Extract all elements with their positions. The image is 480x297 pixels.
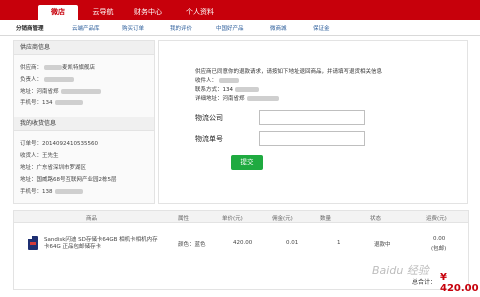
subnav-deposit[interactable]: 保证金: [313, 24, 330, 32]
buyer-phone-value: 138: [42, 189, 53, 195]
subnav-purchase-orders[interactable]: 购买订单: [122, 24, 144, 32]
return-address-value: 河南省郑: [222, 96, 245, 102]
supplier-contact-label: 负责人：: [20, 77, 43, 83]
supplier-header: 供应商信息: [14, 41, 154, 55]
column-header-shipping: 运费(元): [426, 216, 447, 222]
submit-button[interactable]: 提交: [231, 155, 263, 170]
return-contact-row: 联系方式：134: [195, 85, 260, 93]
sub-nav: 分销商管理 云端产品库 购买订单 我的评价 中国好产品 微商城 保证金: [0, 20, 480, 36]
order-table: 商品 属性 单价(元) 佣金(元) 数量 状态 运费(元) Sandisk闪迪 …: [13, 210, 469, 290]
supplier-address-row: 地址：河南省郑: [20, 87, 101, 95]
product-status: 退款中: [374, 242, 391, 248]
column-header-status: 状态: [370, 216, 382, 222]
redacted-block: [44, 65, 63, 70]
buyer-phone-label: 手机号：: [20, 189, 43, 195]
receiver-label: 收货人：: [20, 153, 43, 159]
tab-personal-info[interactable]: 个人资料: [170, 5, 230, 20]
supplier-address-value: 河南省郑: [36, 89, 59, 95]
buyer-address-label: 地址：: [20, 177, 37, 183]
order-number-label: 订单号：: [20, 141, 43, 147]
info-column: 供应商信息 供应商： 麦凯特旗舰店 负责人： 地址：河南省郑 手机号：134 我的…: [13, 40, 155, 204]
column-header-price: 单价(元): [222, 216, 243, 222]
supplier-company-value: 麦凯特旗舰店: [62, 65, 96, 71]
total-value: ¥ 420.00: [440, 272, 479, 294]
product-thumbnail[interactable]: [28, 236, 38, 250]
supplier-company-label: 供应商：: [20, 65, 43, 71]
redacted-block: [60, 89, 101, 94]
order-number-value: 2014092410535560: [42, 141, 99, 147]
column-header-quantity: 数量: [320, 216, 332, 222]
supplier-company-row: 供应商： 麦凯特旗舰店: [20, 63, 95, 71]
tab-finance-center[interactable]: 财务中心: [118, 5, 178, 20]
tab-weidian[interactable]: 微店: [38, 5, 78, 20]
column-header-product: 商品: [86, 216, 98, 222]
buyer-phone-row: 手机号：138: [20, 187, 83, 195]
region-row: 地址：广东省深圳市罗湖区: [20, 163, 86, 171]
redacted-block: [44, 77, 75, 82]
supplier-phone-value: 134: [42, 100, 53, 106]
column-header-commission: 佣金(元): [272, 216, 293, 222]
product-shipping: 0.00: [433, 236, 446, 242]
receiver-value: 王先生: [42, 153, 59, 159]
buyer-header: 我的收货信息: [14, 117, 154, 131]
product-price: 420.00: [233, 240, 253, 246]
product-title[interactable]: Sandisk闪迪 SD存储卡64GB 相机卡相机内存卡64G 正品包邮储存卡: [44, 237, 159, 251]
top-nav: 微店 云导航 财务中心 个人资料: [0, 0, 480, 20]
return-contact-label: 联系方式：: [195, 87, 223, 93]
table-header: 商品 属性 单价(元) 佣金(元) 数量 状态 运费(元): [14, 211, 468, 223]
total-label: 总合计：: [412, 279, 437, 286]
product-attribute: 颜色：蓝色: [178, 242, 206, 248]
subnav-china-good-products[interactable]: 中国好产品: [216, 24, 244, 32]
baidu-watermark: Baidu 经验: [372, 264, 429, 277]
receiver-row: 收货人：王先生: [20, 151, 59, 159]
supplier-phone-label: 手机号：: [20, 100, 43, 106]
order-number-row: 订单号：2014092410535560: [20, 139, 98, 147]
product-quantity: 1: [337, 240, 341, 246]
tracking-number-input[interactable]: [259, 131, 365, 146]
return-receiver-label: 收件人：: [195, 78, 218, 84]
return-panel: 供应商已同意你的退款请求，请按如下地址退回商品，并请填写退货相关信息 收件人： …: [158, 40, 468, 204]
return-contact-value: 134: [222, 87, 234, 93]
return-address-label: 详细地址：: [195, 96, 223, 102]
logistics-company-input[interactable]: [259, 110, 365, 125]
return-notice: 供应商已同意你的退款请求，请按如下地址退回商品，并请填写退货相关信息: [195, 69, 383, 75]
column-header-attribute: 属性: [178, 216, 190, 222]
supplier-contact-row: 负责人：: [20, 75, 75, 83]
redacted-block: [246, 96, 279, 101]
redacted-block: [54, 100, 83, 105]
redacted-block: [235, 87, 260, 92]
region-value: 广东省深圳市罗湖区: [36, 165, 87, 171]
subnav-cloud-product-library[interactable]: 云端产品库: [72, 24, 100, 32]
supplier-phone-row: 手机号：134: [20, 98, 83, 106]
buyer-address-row: 地址：国威路68号互联网产业园2栋5层: [20, 175, 117, 183]
subnav-my-reviews[interactable]: 我的评价: [170, 24, 192, 32]
logistics-company-label: 物流公司: [195, 114, 223, 122]
redacted-block: [219, 78, 240, 83]
tracking-number-label: 物流单号: [195, 135, 223, 143]
return-receiver-row: 收件人：: [195, 76, 240, 84]
return-address-row: 详细地址：河南省郑: [195, 94, 279, 102]
subnav-distributor-management[interactable]: 分销商管理: [16, 24, 44, 32]
buyer-address-value: 国威路68号互联网产业园2栋5层: [36, 177, 117, 183]
redacted-block: [54, 189, 83, 194]
product-commission: 0.01: [286, 240, 299, 246]
region-label: 地址：: [20, 165, 37, 171]
product-shipping-note: (包邮): [431, 246, 447, 252]
subnav-micro-mall[interactable]: 微商城: [270, 24, 287, 32]
supplier-address-label: 地址：: [20, 89, 37, 95]
